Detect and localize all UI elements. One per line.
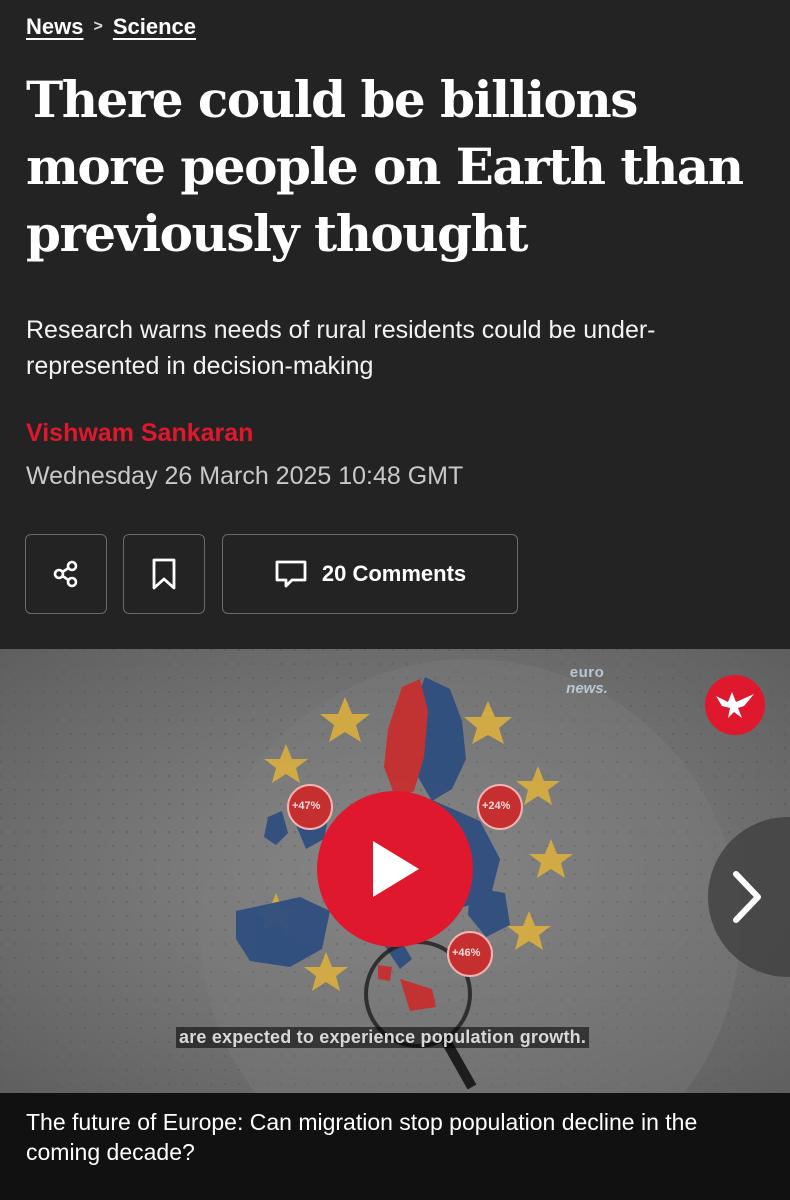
comments-count-label: 20 Comments xyxy=(321,561,467,586)
badge-label-3: +46% xyxy=(452,947,481,959)
chevron-right-icon xyxy=(733,871,761,923)
video-caption[interactable]: The future of Europe: Can migration stop… xyxy=(26,1107,766,1167)
video-player[interactable]: +47% +24% +46% euro news. are expected t… xyxy=(0,649,790,1093)
video-subtitle: are expected to experience population gr… xyxy=(176,1027,590,1048)
breadcrumb: News > Science xyxy=(26,14,196,40)
breadcrumb-news-link[interactable]: News xyxy=(26,14,83,40)
bookmark-button[interactable] xyxy=(123,534,205,614)
breadcrumb-science-link[interactable]: Science xyxy=(113,14,196,40)
watermark-line-2: news. xyxy=(566,680,608,697)
watermark-line-1: euro xyxy=(569,664,605,681)
comments-button[interactable]: 20 Comments xyxy=(222,534,518,614)
play-button[interactable] xyxy=(317,791,473,947)
article-standfirst: Research warns needs of rural residents … xyxy=(26,316,656,380)
publish-date: Wednesday 26 March 2025 10:48 GMT xyxy=(26,462,464,490)
share-icon xyxy=(53,560,78,588)
badge-label-1: +47% xyxy=(292,800,321,812)
publisher-logo xyxy=(705,675,765,735)
share-button[interactable] xyxy=(25,534,107,614)
eagle-logo-icon xyxy=(716,692,754,718)
play-icon xyxy=(373,841,419,897)
bookmark-icon xyxy=(152,558,176,590)
comment-icon xyxy=(275,560,307,588)
article-title: There could be billions more people on E… xyxy=(26,70,744,263)
badge-label-2: +24% xyxy=(482,800,511,812)
euronews-watermark: euro news. xyxy=(556,665,618,715)
author-link[interactable]: Vishwam Sankaran xyxy=(26,419,253,448)
breadcrumb-separator: > xyxy=(93,18,103,35)
